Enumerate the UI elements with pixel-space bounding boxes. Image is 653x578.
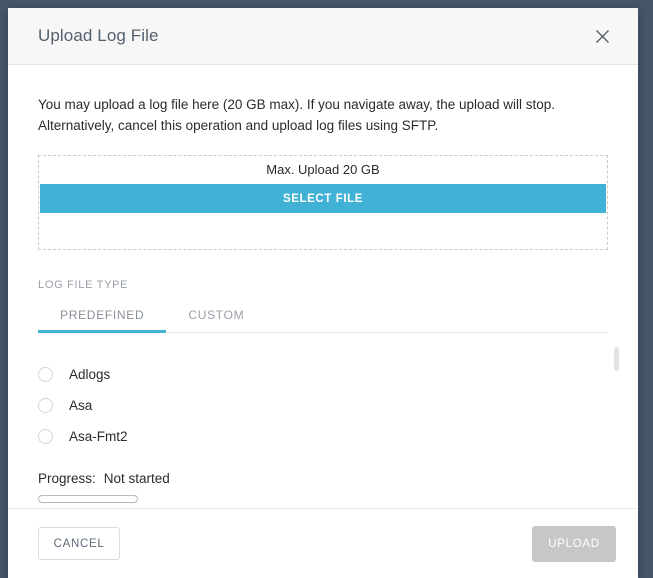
options-scrollbar-thumb[interactable] bbox=[614, 347, 619, 371]
tab-predefined[interactable]: PREDEFINED bbox=[38, 308, 167, 333]
max-upload-label: Max. Upload 20 GB bbox=[266, 162, 380, 177]
list-item[interactable]: Asa-Fmt2 bbox=[38, 421, 608, 452]
option-label: Asa bbox=[69, 398, 93, 413]
upload-button[interactable]: UPLOAD bbox=[532, 525, 616, 562]
progress-status: Not started bbox=[103, 471, 170, 486]
progress-bar bbox=[38, 495, 138, 503]
close-icon[interactable] bbox=[588, 22, 616, 50]
list-item[interactable]: Asa bbox=[38, 390, 608, 421]
options-scrollbar[interactable] bbox=[614, 347, 619, 508]
progress-label: Progress: bbox=[38, 471, 96, 486]
tab-custom[interactable]: CUSTOM bbox=[166, 308, 266, 332]
dialog-header: Upload Log File bbox=[8, 8, 638, 65]
intro-line-1: You may upload a log file here (20 GB ma… bbox=[38, 97, 556, 112]
radio-icon[interactable] bbox=[38, 398, 53, 413]
intro-text: You may upload a log file here (20 GB ma… bbox=[38, 94, 598, 136]
intro-line-2: Alternatively, cancel this operation and… bbox=[38, 118, 439, 133]
radio-icon[interactable] bbox=[38, 367, 53, 382]
select-file-button[interactable]: SELECT FILE bbox=[40, 184, 606, 213]
dialog-title: Upload Log File bbox=[38, 26, 159, 45]
radio-icon[interactable] bbox=[38, 429, 53, 444]
dialog-footer: CANCEL UPLOAD bbox=[8, 508, 638, 578]
log-file-type-tabs: PREDEFINED CUSTOM bbox=[38, 308, 608, 333]
progress-section: Progress: Not started bbox=[38, 471, 616, 503]
option-label: Asa-Fmt2 bbox=[69, 429, 128, 444]
file-dropzone[interactable]: Max. Upload 20 GB SELECT FILE bbox=[38, 155, 608, 250]
cancel-button[interactable]: CANCEL bbox=[38, 527, 120, 560]
option-label: Adlogs bbox=[69, 367, 111, 382]
progress-status-line: Progress: Not started bbox=[38, 471, 616, 486]
upload-log-file-dialog: Upload Log File You may upload a log fil… bbox=[8, 8, 638, 578]
list-item[interactable]: Adlogs bbox=[38, 359, 608, 390]
log-file-type-options: Adlogs Asa Asa-Fmt2 bbox=[38, 347, 619, 452]
log-file-type-label: LOG FILE TYPE bbox=[38, 279, 129, 291]
dialog-body: You may upload a log file here (20 GB ma… bbox=[8, 65, 638, 508]
